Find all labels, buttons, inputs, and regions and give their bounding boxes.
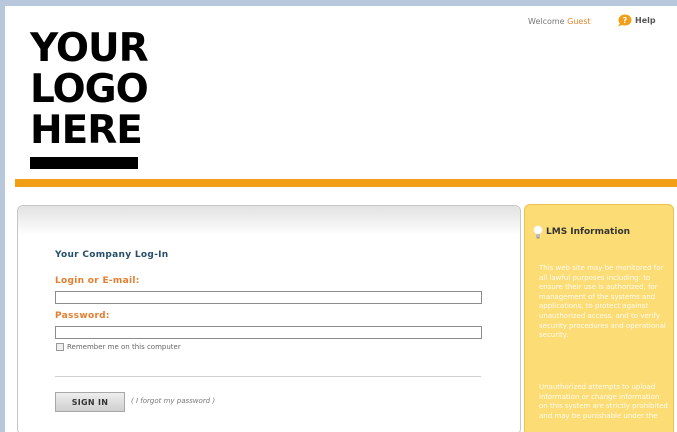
- logo-line-2: LOGO: [30, 67, 149, 112]
- password-input[interactable]: [55, 326, 482, 339]
- page: YOUR LOGO HERE Welcome Guest ? Help Your…: [5, 6, 677, 432]
- lms-info-paragraph-2: Unauthorized attempts to upload informat…: [539, 383, 668, 420]
- sign-in-button[interactable]: SIGN IN: [55, 392, 125, 412]
- password-label: Password:: [55, 311, 110, 321]
- login-email-label: Login or E-mail:: [55, 276, 140, 286]
- logo-line-1: YOUR: [30, 26, 149, 71]
- help-link[interactable]: ? Help: [617, 14, 656, 27]
- svg-text:?: ?: [623, 16, 628, 25]
- lightbulb-icon: [533, 225, 543, 239]
- company-logo: YOUR LOGO HERE: [30, 26, 149, 153]
- remember-me-checkbox[interactable]: [56, 343, 64, 351]
- header: YOUR LOGO HERE Welcome Guest ? Help: [5, 6, 677, 179]
- logo-underline: [30, 157, 138, 169]
- user-name[interactable]: Guest: [567, 17, 591, 26]
- lms-info-title: LMS Information: [533, 225, 630, 239]
- forgot-password-link[interactable]: ( I forgot my password ): [131, 397, 215, 405]
- login-panel-gradient: [18, 206, 520, 236]
- welcome-text: Welcome Guest: [528, 17, 591, 26]
- welcome-label: Welcome: [528, 17, 565, 26]
- lms-info-paragraph-1: This web site may be monitored for all l…: [539, 264, 666, 340]
- remember-me[interactable]: Remember me on this computer: [56, 343, 181, 351]
- login-email-input[interactable]: [55, 291, 482, 304]
- help-label: Help: [635, 16, 656, 25]
- login-form-title: Your Company Log-In: [55, 250, 169, 260]
- form-divider: [55, 376, 481, 377]
- lms-info-panel: LMS Information This web site may be mon…: [524, 204, 674, 432]
- remember-me-label: Remember me on this computer: [67, 343, 181, 351]
- login-panel: Your Company Log-In Login or E-mail: Pas…: [17, 205, 521, 432]
- lms-info-title-text: LMS Information: [546, 227, 631, 237]
- logo-line-3: HERE: [30, 108, 143, 153]
- header-accent-bar: [15, 179, 677, 187]
- help-bubble-icon: ?: [617, 14, 632, 27]
